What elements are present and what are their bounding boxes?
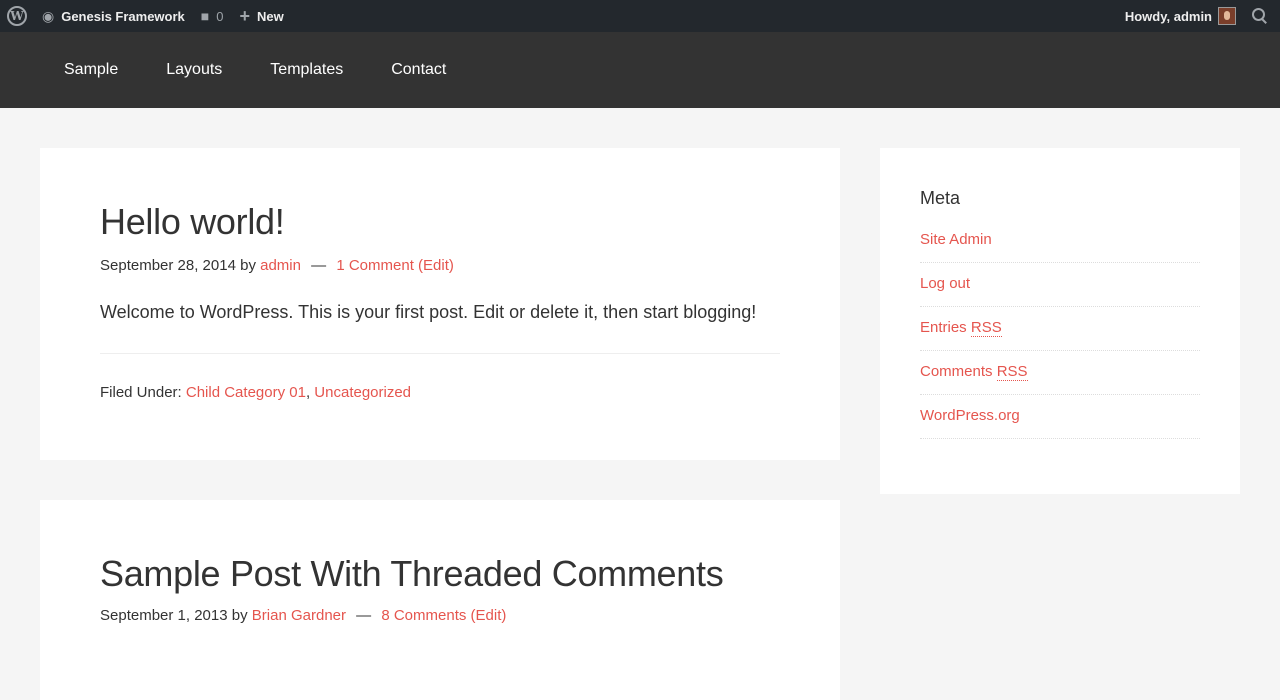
rss-abbr: RSS [970,319,1002,337]
log-out-link[interactable]: Log out [920,275,970,292]
comments-rss-link[interactable]: Comments RSS [920,363,1028,381]
post-by: by [231,607,248,625]
post-comments-link[interactable]: 8 Comments [381,607,466,624]
site-name-label: Genesis Framework [61,8,185,24]
post-entry: Hello world! September 28, 2014 by admin… [40,148,840,460]
post-entry: Sample Post With Threaded Comments Septe… [40,500,840,700]
post-author-link[interactable]: admin [260,257,301,274]
comments-count: 0 [216,8,224,24]
post-content: Welcome to WordPress. This is your first… [100,302,780,355]
wp-logo-button[interactable]: W [0,0,34,32]
dashboard-icon: ◉ [42,7,55,24]
avatar [1218,7,1236,25]
search-icon[interactable] [1250,6,1270,26]
category-link[interactable]: Uncategorized [314,384,411,401]
meta-item-site-admin: Site Admin [920,225,1200,263]
post-date: September 1, 2013 [100,607,228,625]
new-label: New [257,8,284,24]
howdy-label: Howdy, admin [1124,8,1212,24]
my-account-link[interactable]: Howdy, admin [1117,0,1244,32]
post-title[interactable]: Hello world! [100,148,780,243]
site-header-nav: Sample Layouts Templates Contact [0,32,1280,108]
post-meta: September 28, 2014 by admin — 1 Comment … [100,257,780,274]
nav-item-layouts[interactable]: Layouts [142,32,246,108]
admin-bar: W ◉ Genesis Framework ■ 0 + New Howdy, a… [0,0,1280,32]
post-date: September 28, 2014 [100,257,236,275]
post-categories: Filed Under: Child Category 01, Uncatego… [100,384,412,402]
comments-label: Comments [920,363,993,380]
comment-bubble-icon: ■ [200,8,210,24]
widget-title: Meta [920,188,961,208]
post-edit-link[interactable]: (Edit) [418,257,454,274]
meta-item-wordpress-org: WordPress.org [920,401,1200,439]
post-title[interactable]: Sample Post With Threaded Comments [100,500,780,595]
comments-link[interactable]: ■ 0 [193,0,232,32]
post-edit-link[interactable]: (Edit) [471,607,507,624]
meta-item-entries-rss: Entries RSS [920,313,1200,351]
wordpress-org-link[interactable]: WordPress.org [920,407,1020,424]
rss-abbr: RSS [996,363,1028,381]
category-link[interactable]: Child Category 01 [186,384,306,401]
nav-item-templates[interactable]: Templates [246,32,367,108]
meta-list: Site Admin Log out Entries RSS Comments … [920,225,1200,439]
sidebar-meta-widget: Meta Site Admin Log out Entries RSS Comm… [880,148,1240,494]
nav-item-contact[interactable]: Contact [367,32,470,108]
admin-bar-right: Howdy, admin [1117,0,1280,32]
meta-item-comments-rss: Comments RSS [920,357,1200,395]
admin-bar-left: W ◉ Genesis Framework ■ 0 + New [0,0,292,32]
meta-separator: — [311,257,327,275]
filed-under-label: Filed Under: [100,384,182,402]
site-name-link[interactable]: ◉ Genesis Framework [34,0,193,32]
meta-item-log-out: Log out [920,269,1200,307]
entries-rss-link[interactable]: Entries RSS [920,319,1002,337]
plus-icon: + [239,5,250,26]
post-author-link[interactable]: Brian Gardner [252,607,346,624]
entries-label: Entries [920,319,967,336]
wordpress-logo-icon: W [7,6,27,26]
meta-separator: — [356,607,372,625]
new-content-link[interactable]: + New [231,0,291,32]
primary-menu: Sample Layouts Templates Contact [40,32,470,108]
site-admin-link[interactable]: Site Admin [920,231,992,248]
post-comments-link[interactable]: 1 Comment [336,257,414,274]
post-by: by [240,257,256,275]
post-meta: September 1, 2013 by Brian Gardner — 8 C… [100,607,780,624]
nav-item-sample[interactable]: Sample [40,32,142,108]
